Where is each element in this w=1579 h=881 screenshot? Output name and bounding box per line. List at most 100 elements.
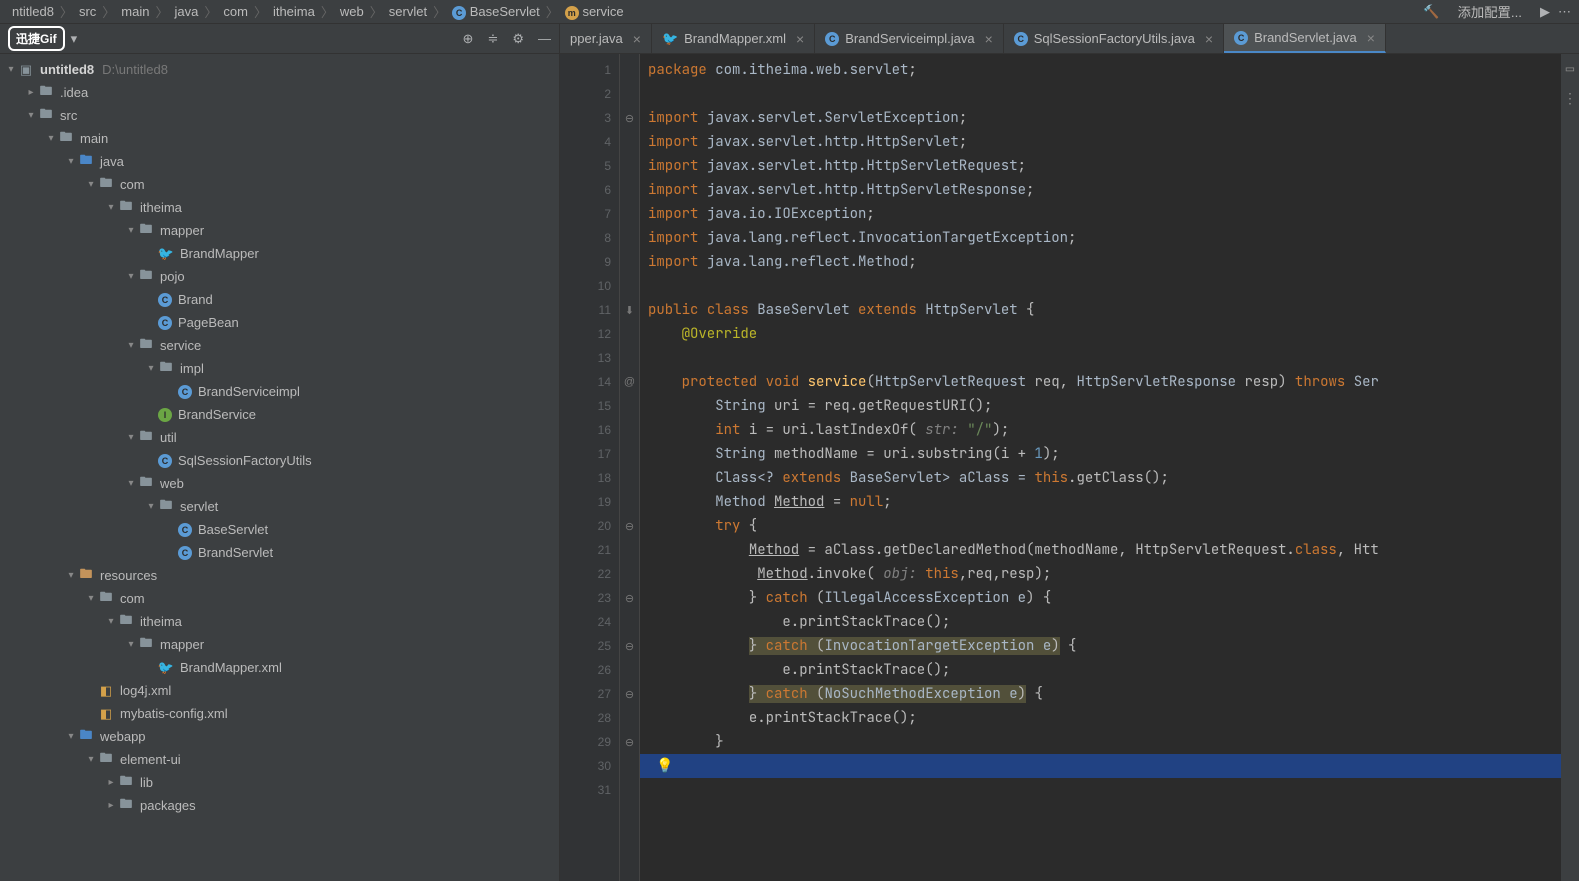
right-rail: ▭ ⋮ [1561, 54, 1579, 881]
crumb-main[interactable]: main [117, 4, 153, 19]
tree-brandserviceimpl[interactable]: CBrandServiceimpl [0, 380, 559, 403]
close-icon[interactable]: × [1367, 30, 1375, 46]
class-icon: C [1014, 32, 1028, 46]
tree-java[interactable]: ▾🖿java [0, 150, 559, 173]
tree-brandmapperxml[interactable]: 🐦BrandMapper.xml [0, 656, 559, 679]
tree-elementui[interactable]: ▾🖿element-ui [0, 748, 559, 771]
tree-servlet[interactable]: ▾🖿servlet [0, 495, 559, 518]
folder-icon: 🖿 [38, 108, 54, 124]
tree-pojo[interactable]: ▾🖿pojo [0, 265, 559, 288]
source-folder-icon: 🖿 [78, 154, 94, 170]
tree-com[interactable]: ▾🖿com [0, 173, 559, 196]
three-dots-icon[interactable]: ⋮ [1561, 84, 1579, 114]
class-icon: C [158, 316, 172, 330]
run-icon[interactable]: ▶ [1540, 4, 1550, 20]
tree-root[interactable]: ▾▣untitled8D:\untitled8 [0, 58, 559, 81]
tree-brandservice[interactable]: IBrandService [0, 403, 559, 426]
bulb-icon[interactable]: 💡 [656, 757, 673, 775]
gif-badge: 迅捷Gif [8, 26, 65, 51]
line-gutter: 1234567891011121314151617181920212223242… [560, 54, 620, 881]
code-editor[interactable]: 1234567891011121314151617181920212223242… [560, 54, 1579, 881]
interface-icon: I [158, 408, 172, 422]
crumb-itheima[interactable]: itheima [269, 4, 319, 19]
close-icon[interactable]: × [633, 31, 641, 47]
xml-icon: ◧ [98, 706, 114, 722]
class-icon: C [452, 6, 466, 20]
tree-packages[interactable]: ▸🖿packages [0, 794, 559, 817]
tree-webapp[interactable]: ▾🖿webapp [0, 725, 559, 748]
tree-lib[interactable]: ▸🖿lib [0, 771, 559, 794]
tree-idea[interactable]: ▸🖿.idea [0, 81, 559, 104]
tree-mybatiscfg[interactable]: ◧mybatis-config.xml [0, 702, 559, 725]
close-icon[interactable]: × [985, 31, 993, 47]
crumb-sep: 〉 [60, 2, 73, 21]
minimize-icon[interactable]: — [538, 31, 551, 46]
crumb-com[interactable]: com [219, 4, 252, 19]
close-icon[interactable]: × [796, 31, 804, 47]
tab-brandservlet[interactable]: CBrandServlet.java× [1224, 24, 1386, 53]
project-title-area: 迅捷Gif ▾ [8, 26, 77, 51]
project-panel: 迅捷Gif ▾ ⊕ ≑ ⚙ — ▾▣untitled8D:\untitled8 … [0, 24, 560, 881]
override-mark[interactable]: ⬇ [620, 298, 639, 322]
tree-util[interactable]: ▾🖿util [0, 426, 559, 449]
expand-icon[interactable]: ≑ [487, 31, 498, 47]
close-icon[interactable]: × [1205, 31, 1213, 47]
tree-rcom[interactable]: ▾🖿com [0, 587, 559, 610]
tab-pper[interactable]: pper.java× [560, 24, 652, 53]
project-tree[interactable]: ▾▣untitled8D:\untitled8 ▸🖿.idea ▾🖿src ▾🖿… [0, 54, 559, 881]
crumb-servlet[interactable]: servlet [385, 4, 431, 19]
folder-icon: 🖿 [118, 775, 134, 791]
target-icon[interactable]: ⊕ [463, 31, 474, 47]
tree-brand[interactable]: CBrand [0, 288, 559, 311]
mybatis-icon: 🐦 [662, 31, 678, 47]
main-area: 迅捷Gif ▾ ⊕ ≑ ⚙ — ▾▣untitled8D:\untitled8 … [0, 24, 1579, 881]
editor-area: pper.java× 🐦BrandMapper.xml× CBrandServi… [560, 24, 1579, 881]
folder-icon: 🖿 [138, 637, 154, 653]
tab-sqlutils[interactable]: CSqlSessionFactoryUtils.java× [1004, 24, 1224, 53]
tab-brandserviceimpl[interactable]: CBrandServiceimpl.java× [815, 24, 1004, 53]
package-icon: 🖿 [138, 223, 154, 239]
run-config-button[interactable]: 添加配置... [1448, 0, 1532, 23]
hammer-icon[interactable]: 🔨 [1423, 4, 1439, 20]
minimap-toggle-icon[interactable]: ▭ [1561, 54, 1579, 84]
mybatis-icon: 🐦 [158, 246, 174, 262]
tree-ritheima[interactable]: ▾🖿itheima [0, 610, 559, 633]
top-right: 🔨 添加配置... ▶ ⋯ [1423, 0, 1571, 23]
tree-sqlutils[interactable]: CSqlSessionFactoryUtils [0, 449, 559, 472]
chevron-right-icon: ▸ [24, 87, 38, 98]
gear-icon[interactable]: ⚙ [512, 31, 524, 47]
tree-src[interactable]: ▾🖿src [0, 104, 559, 127]
crumb-method[interactable]: m service [561, 4, 628, 20]
dropdown-icon[interactable]: ▾ [71, 31, 78, 47]
crumb-src[interactable]: src [75, 4, 100, 19]
breadcrumb: ntitled8〉 src〉 main〉 java〉 com〉 itheima〉… [8, 2, 1419, 21]
override-mark[interactable]: @ [620, 370, 639, 394]
resources-folder-icon: 🖿 [78, 568, 94, 584]
tree-impl[interactable]: ▾🖿impl [0, 357, 559, 380]
tree-pagebean[interactable]: CPageBean [0, 311, 559, 334]
code-body[interactable]: package com.itheima.web.servlet; import … [640, 54, 1579, 881]
tab-brandmapperxml[interactable]: 🐦BrandMapper.xml× [652, 24, 815, 53]
class-icon: C [1234, 31, 1248, 45]
package-icon: 🖿 [158, 499, 174, 515]
tree-main[interactable]: ▾🖿main [0, 127, 559, 150]
crumb-java[interactable]: java [171, 4, 203, 19]
tree-brandservlet[interactable]: CBrandServlet [0, 541, 559, 564]
tree-mapper[interactable]: ▾🖿mapper [0, 219, 559, 242]
mybatis-icon: 🐦 [158, 660, 174, 676]
tree-brandmapper[interactable]: 🐦BrandMapper [0, 242, 559, 265]
package-icon: 🖿 [98, 177, 114, 193]
tree-web[interactable]: ▾🖿web [0, 472, 559, 495]
crumb-project[interactable]: ntitled8 [8, 4, 58, 19]
tree-itheima[interactable]: ▾🖿itheima [0, 196, 559, 219]
tree-log4j[interactable]: ◧log4j.xml [0, 679, 559, 702]
more-icon[interactable]: ⋯ [1558, 4, 1571, 20]
tree-rmapper[interactable]: ▾🖿mapper [0, 633, 559, 656]
tree-service[interactable]: ▾🖿service [0, 334, 559, 357]
package-icon: 🖿 [138, 476, 154, 492]
crumb-class[interactable]: C BaseServlet [448, 4, 544, 20]
tree-resources[interactable]: ▾🖿resources [0, 564, 559, 587]
crumb-web[interactable]: web [336, 4, 368, 19]
class-icon: C [158, 293, 172, 307]
tree-baseservlet[interactable]: CBaseServlet [0, 518, 559, 541]
